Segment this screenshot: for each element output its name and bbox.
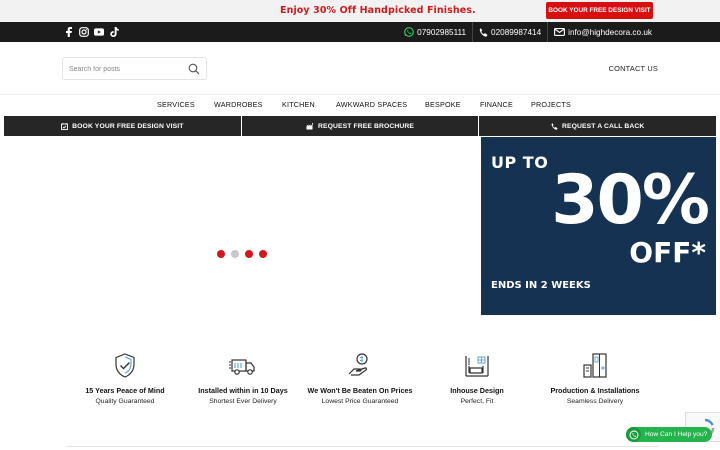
room-design-icon [465, 356, 489, 377]
nav-wardrobes[interactable]: WARDROBES [214, 100, 263, 109]
feature-title: Production & Installations [550, 386, 640, 395]
header-divider [0, 94, 720, 95]
promo-book-visit-button[interactable]: BOOK YOUR FREE DESIGN VISIT [546, 2, 653, 19]
whatsapp-label: How Can I Help you? [645, 431, 708, 438]
slider-dots [217, 250, 267, 258]
price-hand-icon [348, 353, 368, 376]
search-input[interactable] [69, 63, 179, 75]
feature-title: We Won't Be Beaten On Prices [307, 386, 413, 395]
request-call-back-button[interactable]: REQUEST A CALL BACK [479, 116, 717, 136]
whatsapp-phone-text: 07902985111 [417, 27, 467, 37]
feature-subtitle: Perfect, Fit [460, 398, 494, 405]
nav-awkward-spaces[interactable]: AWKWARD SPACES [336, 100, 407, 109]
offer-percent: 30% [551, 161, 710, 240]
top-contact-bar: 07902985111 02089987414 info@highdecora.… [0, 22, 720, 42]
email-text: info@highdecora.co.uk [568, 27, 652, 37]
brochure-icon [306, 122, 313, 129]
feature-subtitle: Shortest Ever Delivery [209, 398, 277, 405]
book-design-visit-label: BOOK YOUR FREE DESIGN VISIT [72, 122, 184, 130]
feature-production-installation: Production & Installations Seamless Deli… [540, 352, 650, 405]
feature-peace-of-mind: 15 Years Peace of Mind Quality Guarantee… [70, 352, 180, 405]
search-box [62, 57, 207, 80]
nav-finance[interactable]: FINANCE [480, 100, 513, 109]
phone-icon [551, 122, 558, 130]
calendar-check-icon [61, 122, 69, 130]
offer-banner[interactable]: UP TO 30% OFF* ENDS IN 2 WEEKS [481, 137, 716, 315]
feature-installed-10-days: Installed within in 10 Days Shortest Eve… [188, 352, 298, 405]
section-divider [66, 446, 658, 447]
request-brochure-button[interactable]: REQUEST FREE BROCHURE [241, 116, 479, 136]
main-nav: SERVICES WARDROBES KITCHEN AWKWARD SPACE… [0, 100, 720, 110]
phone-icon [479, 27, 488, 37]
request-brochure-label: REQUEST FREE BROCHURE [317, 122, 415, 130]
phone-text: 02089987414 [491, 27, 542, 37]
facebook-icon[interactable] [64, 26, 74, 37]
book-design-visit-button[interactable]: BOOK YOUR FREE DESIGN VISIT [4, 116, 241, 136]
contact-us-link[interactable]: CONTACT US [609, 64, 658, 73]
email-link[interactable]: info@highdecora.co.uk [547, 22, 658, 42]
feature-subtitle: Lowest Price Guaranteed [321, 398, 399, 405]
phone-link[interactable]: 02089987414 [472, 22, 547, 42]
offer-ends: ENDS IN 2 WEEKS [491, 280, 591, 291]
youtube-icon[interactable] [94, 26, 104, 37]
instagram-icon[interactable] [79, 26, 89, 37]
feature-inhouse-design: Inhouse Design Perfect, Fit [422, 352, 532, 405]
slider-dot-1[interactable] [217, 250, 225, 258]
nav-projects[interactable]: PROJECTS [531, 100, 571, 109]
cta-strip: BOOK YOUR FREE DESIGN VISIT REQUEST FREE… [4, 116, 717, 136]
nav-bespoke[interactable]: BESPOKE [425, 100, 461, 109]
wardrobe-install-icon [583, 353, 607, 378]
feature-title: Installed within in 10 Days [198, 386, 288, 395]
contact-details: 07902985111 02089987414 info@highdecora.… [398, 22, 658, 42]
slider-dot-4[interactable] [259, 250, 267, 258]
promo-text: Enjoy 30% Off Handpicked Finishes. [280, 5, 476, 16]
offer-up-to: UP TO [491, 153, 549, 172]
delivery-truck-icon [229, 359, 255, 375]
whatsapp-icon [626, 427, 641, 442]
offer-off: OFF* [629, 236, 706, 269]
request-call-back-label: REQUEST A CALL BACK [561, 122, 645, 130]
slider-dot-3[interactable] [245, 250, 253, 258]
whatsapp-chat-button[interactable]: How Can I Help you? [626, 427, 712, 442]
feature-subtitle: Seamless Delivery [566, 398, 624, 405]
envelope-icon [554, 28, 566, 36]
tiktok-icon[interactable] [109, 26, 119, 37]
nav-services[interactable]: SERVICES [157, 100, 195, 109]
search-icon[interactable] [188, 63, 200, 75]
feature-price-match: We Won't Be Beaten On Prices Lowest Pric… [305, 352, 415, 405]
promo-bar: Enjoy 30% Off Handpicked Finishes. BOOK … [0, 0, 720, 22]
whatsapp-phone-link[interactable]: 07902985111 [398, 22, 472, 42]
shield-check-icon [115, 353, 135, 378]
feature-title: 15 Years Peace of Mind [85, 386, 165, 395]
feature-subtitle: Quality Guaranteed [95, 398, 155, 405]
social-links [64, 26, 119, 37]
nav-kitchen[interactable]: KITCHEN [282, 100, 315, 109]
feature-title: Inhouse Design [450, 386, 504, 395]
slider-dot-2[interactable] [231, 250, 239, 258]
whatsapp-icon [404, 27, 415, 37]
